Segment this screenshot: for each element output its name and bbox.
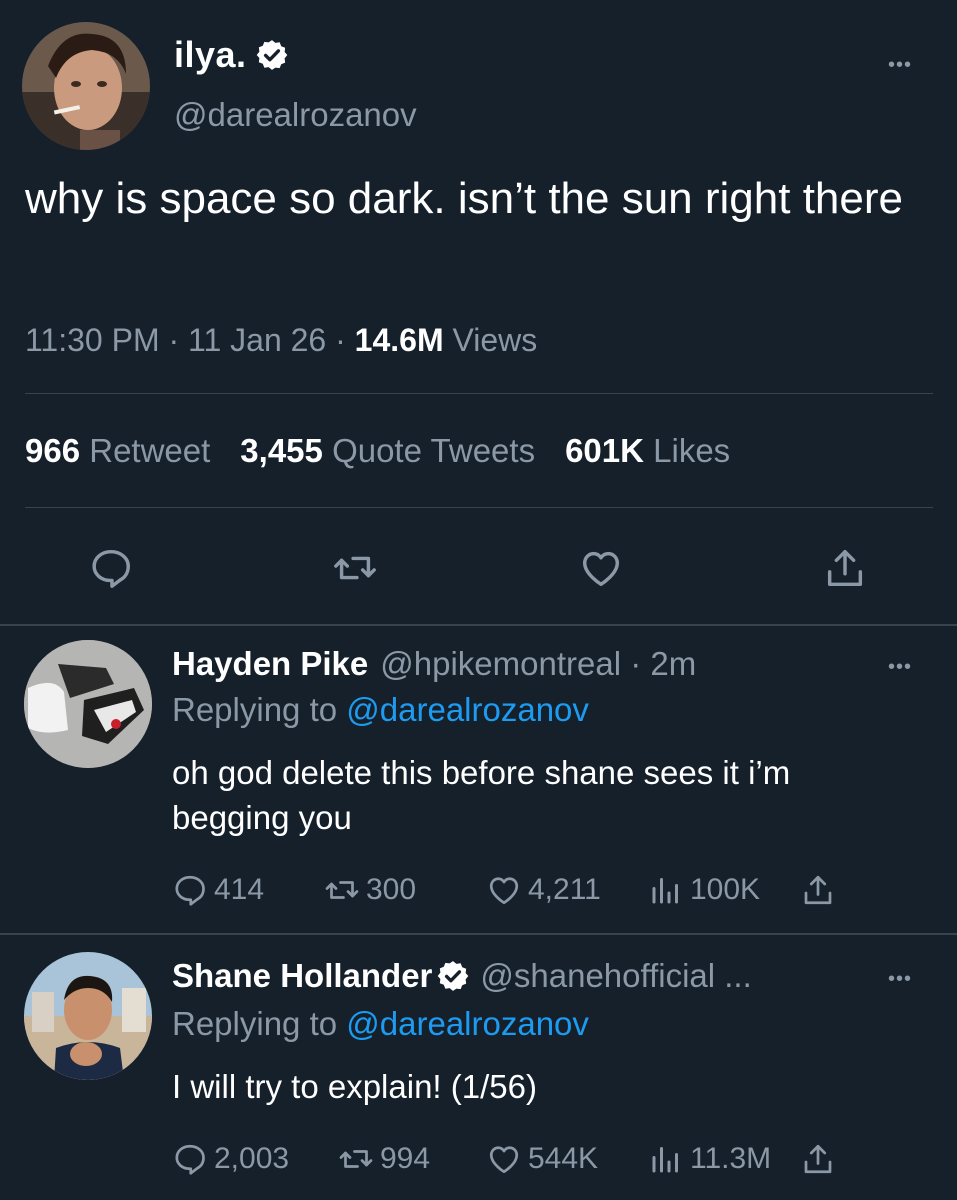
share-button[interactable]: [800, 1141, 836, 1177]
view-count: 100K: [690, 873, 761, 906]
reply-author-avatar[interactable]: [24, 640, 152, 768]
like-button[interactable]: 544K: [486, 1141, 598, 1177]
share-icon[interactable]: [822, 545, 868, 591]
reply-header: Shane Hollander @shanehofficial ...: [172, 957, 752, 995]
share-button[interactable]: [800, 872, 836, 908]
heart-icon[interactable]: [578, 545, 624, 591]
divider: [0, 933, 957, 935]
reply-text: I will try to explain! (1/56): [172, 1068, 537, 1105]
reply-header: Hayden Pike @hpikemontreal · 2m: [172, 645, 696, 683]
retweet-count: 966: [25, 432, 81, 469]
divider: [25, 393, 933, 394]
retweet-stat[interactable]: 966 Retweet: [25, 432, 210, 470]
likes-stat[interactable]: 601K Likes: [565, 432, 730, 470]
meta-separator: ·: [621, 645, 651, 682]
view-count: 11.3M: [690, 1142, 772, 1175]
retweet-icon: [325, 881, 359, 899]
reply-time[interactable]: 2m: [650, 645, 696, 683]
reply-icon: [175, 1144, 205, 1175]
more-options-icon[interactable]: •••: [888, 968, 912, 991]
reply-author-handle[interactable]: @shanehofficial ...: [480, 957, 751, 995]
tweet-time[interactable]: 11:30 PM: [25, 322, 160, 358]
reply-icon: [175, 875, 205, 906]
reply-author-name[interactable]: Hayden Pike: [172, 645, 368, 683]
likes-count: 601K: [565, 432, 644, 469]
main-author-avatar[interactable]: [22, 22, 150, 150]
more-options-icon[interactable]: •••: [888, 656, 912, 679]
replying-to-prefix: Replying to: [172, 1005, 338, 1042]
retweet-button[interactable]: 300: [324, 872, 416, 908]
replying-to-link[interactable]: @darealrozanov: [346, 691, 589, 728]
views-icon: [652, 1147, 678, 1173]
reply-count: 414: [214, 873, 265, 906]
views-count: 14.6M: [354, 322, 444, 358]
replying-to-prefix: Replying to: [172, 691, 338, 728]
retweet-count: 994: [380, 1142, 431, 1175]
likes-label: Likes: [653, 432, 731, 469]
reply-author-name[interactable]: Shane Hollander: [172, 957, 432, 995]
verified-badge-icon: [436, 959, 470, 993]
main-author-name-row[interactable]: ilya.: [174, 34, 289, 76]
replying-to-line: Replying to @darealrozanov: [172, 1005, 589, 1043]
retweet-icon: [339, 1150, 373, 1168]
views-button[interactable]: 11.3M: [648, 1141, 771, 1177]
share-icon: [804, 1144, 832, 1174]
replying-to-link[interactable]: @darealrozanov: [346, 1005, 589, 1042]
divider: [0, 624, 957, 626]
meta-separator: ·: [335, 322, 355, 358]
reply-button[interactable]: 2,003: [172, 1141, 289, 1177]
reply-author-handle[interactable]: @hpikemontreal: [380, 645, 621, 683]
reply-author-avatar[interactable]: [24, 952, 152, 1080]
like-count: 4,211: [528, 873, 601, 906]
reply-button[interactable]: 414: [172, 872, 264, 908]
views-label: Views: [452, 322, 538, 358]
heart-icon: [489, 877, 519, 905]
quote-stat[interactable]: 3,455 Quote Tweets: [240, 432, 535, 470]
tweet-meta: 11:30 PM · 11 Jan 26 · 14.6M Views: [25, 322, 537, 359]
retweet-count: 300: [366, 873, 417, 906]
tweet-date[interactable]: 11 Jan 26: [188, 322, 326, 358]
tweet-text: why is space so dark. isn’t the sun righ…: [25, 174, 903, 223]
meta-separator: ·: [168, 322, 189, 358]
quote-count: 3,455: [240, 432, 323, 469]
main-author-handle[interactable]: @darealrozanov: [174, 96, 417, 134]
reply-action-bar: 2,003 994 544K 11.3M: [172, 1141, 872, 1181]
retweet-icon[interactable]: [332, 545, 378, 591]
replying-to-line: Replying to @darealrozanov: [172, 691, 589, 729]
heart-icon: [489, 1146, 519, 1174]
reply-action-bar: 414 300 4,211 100K: [172, 872, 872, 912]
main-author-name[interactable]: ilya.: [174, 34, 247, 76]
share-icon: [804, 875, 832, 905]
reply-count: 2,003: [214, 1142, 290, 1175]
like-count: 544K: [528, 1142, 599, 1175]
views-button[interactable]: 100K: [648, 872, 760, 908]
like-button[interactable]: 4,211: [486, 872, 601, 908]
reply-icon[interactable]: [88, 545, 134, 591]
retweet-button[interactable]: 994: [338, 1141, 430, 1177]
divider: [25, 507, 933, 508]
reply-text: oh god delete this before shane sees it …: [172, 754, 791, 836]
engagement-stats: 966 Retweet 3,455 Quote Tweets 601K Like…: [25, 432, 730, 470]
views-icon: [652, 878, 678, 904]
more-options-icon[interactable]: •••: [888, 54, 912, 77]
verified-badge-icon: [255, 38, 289, 72]
retweet-label: Retweet: [89, 432, 211, 469]
quote-label: Quote Tweets: [332, 432, 536, 469]
